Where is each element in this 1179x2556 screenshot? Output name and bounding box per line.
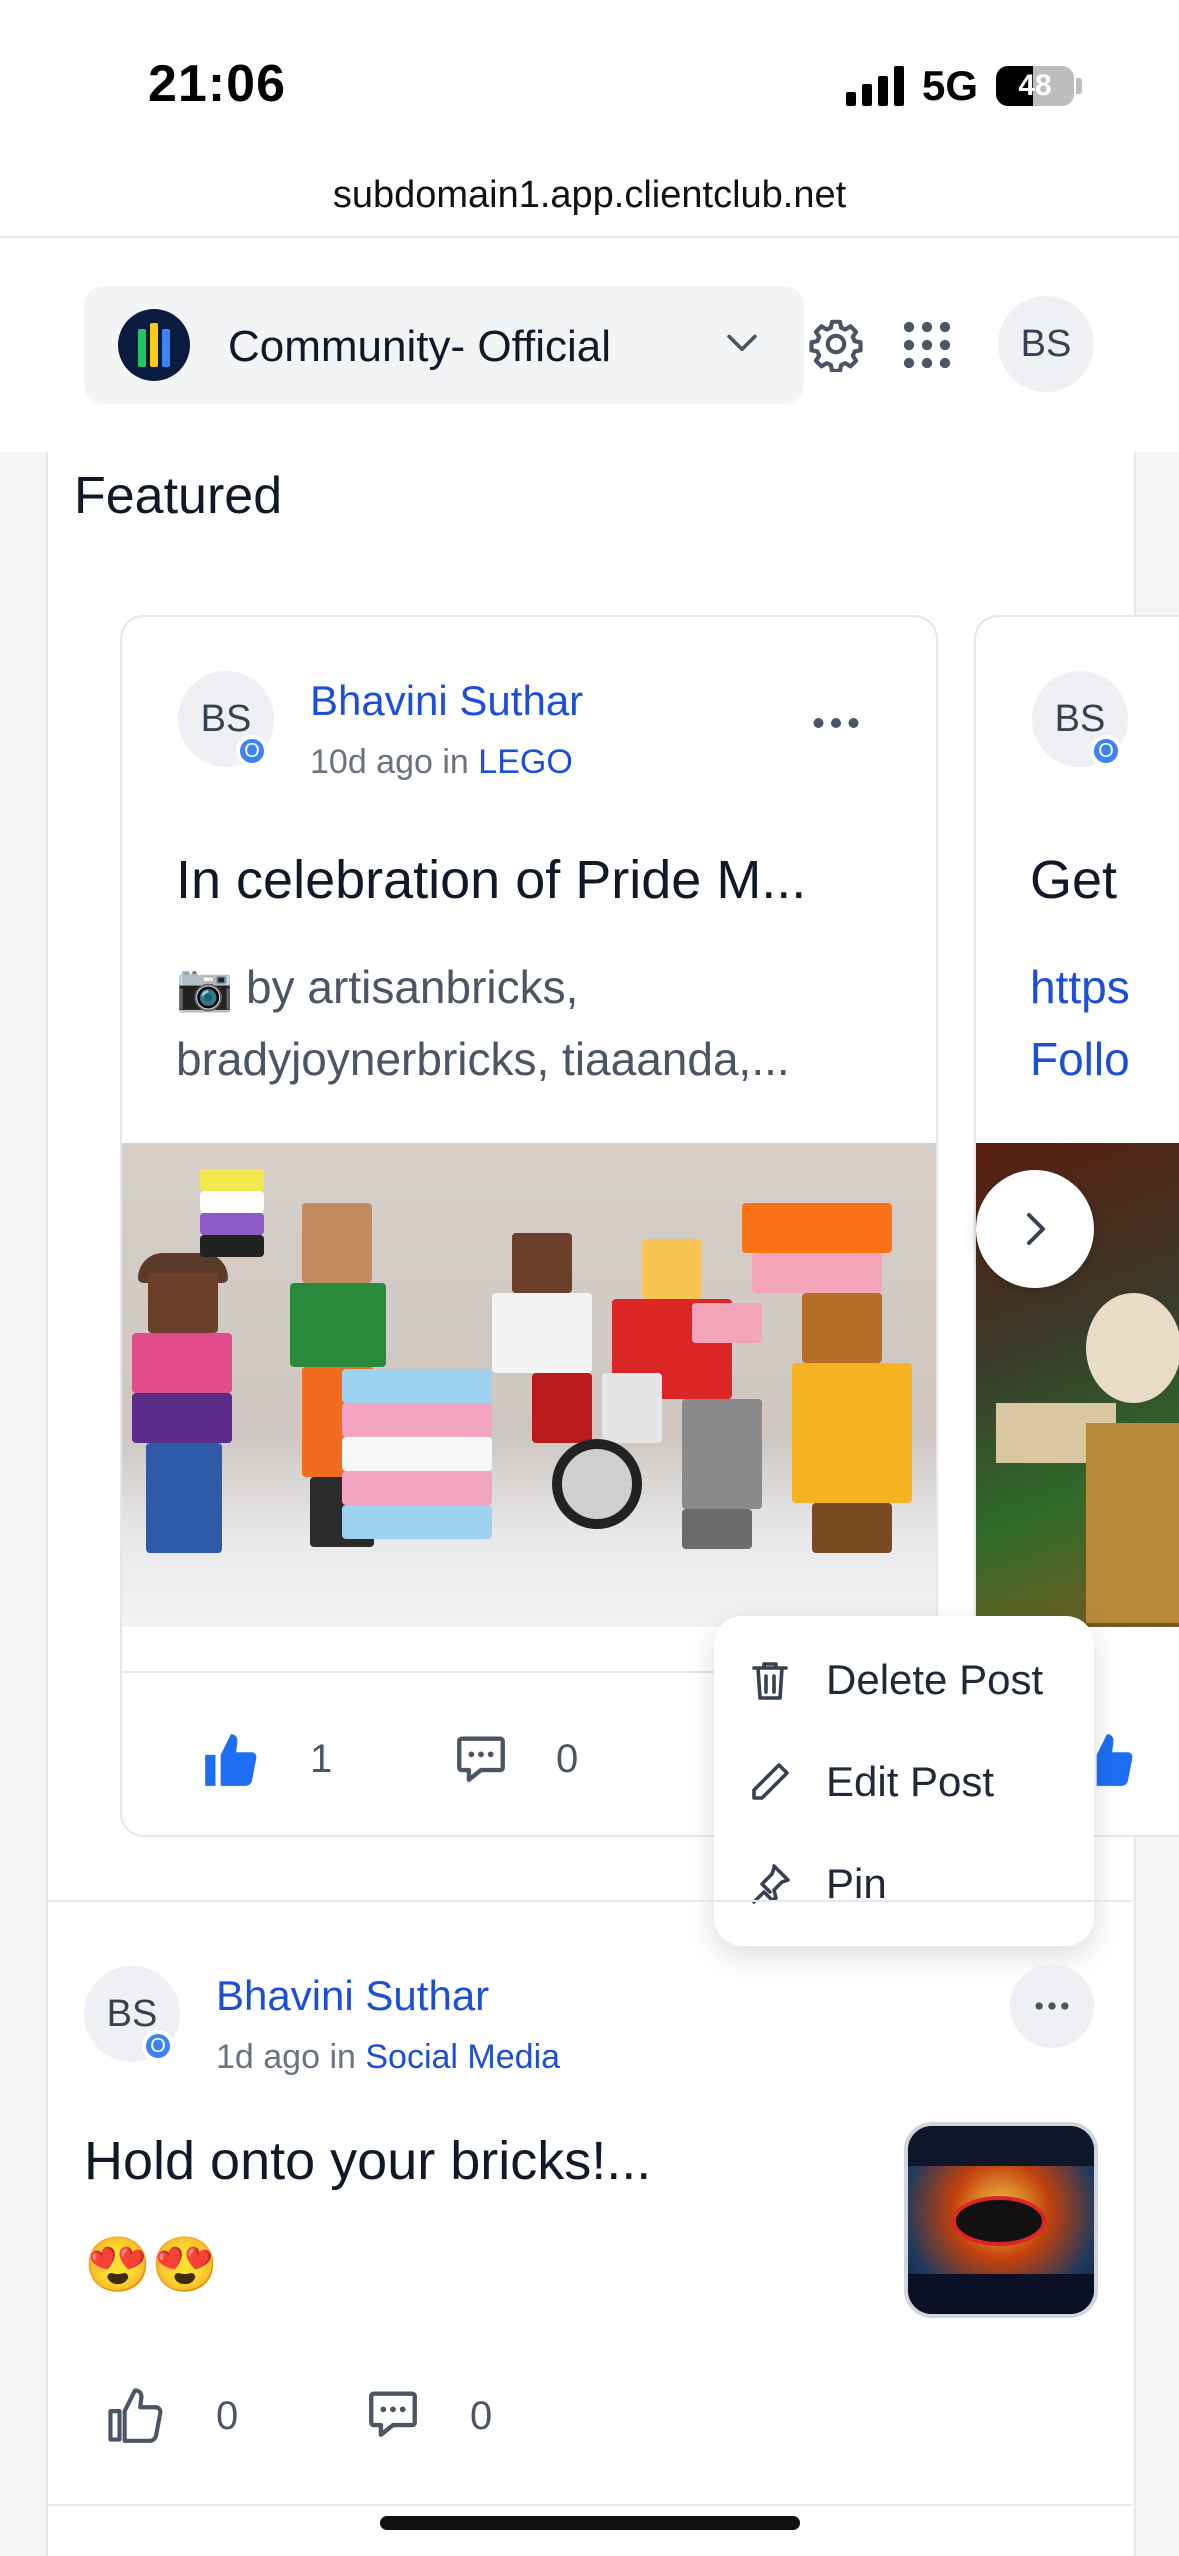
in-label: in xyxy=(329,2038,356,2076)
like-count: 1 xyxy=(310,1737,333,1781)
community-logo xyxy=(118,309,190,381)
menu-item-pin[interactable]: Pin xyxy=(714,1834,1094,1934)
community-name: Community- Official xyxy=(228,322,612,371)
online-badge: O xyxy=(142,2030,174,2062)
post-title[interactable]: Hold onto your bricks!... xyxy=(84,2130,651,2192)
more-options-button[interactable] xyxy=(1010,1964,1094,2048)
online-badge: O xyxy=(1090,735,1122,767)
author-name[interactable]: Bhavini Suthar xyxy=(310,677,583,725)
battery-tip xyxy=(1076,78,1082,94)
like-icon[interactable] xyxy=(104,2384,166,2446)
online-badge: O xyxy=(236,735,268,767)
section-divider xyxy=(48,2504,1132,2506)
like-filled-icon[interactable] xyxy=(200,1729,262,1791)
post-body-line-1: 📷 by artisanbricks, xyxy=(176,961,579,1013)
comment-count: 0 xyxy=(556,1737,579,1781)
post-meta: 1d ago in Social Media xyxy=(216,2038,560,2077)
carousel-next-button[interactable] xyxy=(976,1170,1094,1288)
menu-item-delete-post[interactable]: Delete Post xyxy=(714,1630,1094,1730)
post-title[interactable]: Get xyxy=(1030,849,1117,911)
in-label: in xyxy=(442,743,469,781)
menu-label: Delete Post xyxy=(826,1656,1044,1703)
status-time: 21:06 xyxy=(148,55,286,113)
like-count: 0 xyxy=(216,2394,239,2438)
post-meta: 10d ago in LEGO xyxy=(310,743,573,782)
home-indicator[interactable] xyxy=(380,2516,800,2530)
comment-icon[interactable] xyxy=(452,1729,510,1787)
section-divider xyxy=(48,1900,1132,1902)
gear-icon[interactable] xyxy=(808,316,864,372)
post-time: 1d ago xyxy=(216,2038,320,2076)
battery-icon: 48 xyxy=(996,66,1074,106)
post-body-line-2[interactable]: Follo xyxy=(1030,1023,1130,1095)
comment-count: 0 xyxy=(470,2394,493,2438)
more-options-icon[interactable] xyxy=(806,693,866,753)
channel-link[interactable]: LEGO xyxy=(478,743,572,781)
url-text[interactable]: subdomain1.app.clientclub.net xyxy=(0,174,1179,217)
trash-icon xyxy=(752,1662,788,1700)
post-time: 10d ago xyxy=(310,743,433,781)
post-thumbnail[interactable] xyxy=(904,2122,1098,2318)
signal-icon xyxy=(846,64,906,106)
author-name[interactable]: Bhavini Suthar xyxy=(216,1972,489,2020)
featured-heading: Featured xyxy=(74,467,283,525)
post-body-line-1[interactable]: https xyxy=(1030,951,1130,1023)
post-options-menu: Delete Post Edit Post Pin xyxy=(714,1616,1094,1946)
user-avatar[interactable]: BS xyxy=(998,296,1094,392)
chevron-right-icon xyxy=(1027,1213,1045,1245)
chevron-down-icon xyxy=(727,334,757,352)
community-switcher[interactable]: Community- Official xyxy=(84,286,804,404)
apps-grid-icon[interactable] xyxy=(900,318,954,372)
menu-label: Edit Post xyxy=(826,1758,995,1805)
post-image[interactable] xyxy=(122,1143,936,1627)
address-bar[interactable]: subdomain1.app.clientclub.net xyxy=(0,160,1179,238)
comment-icon[interactable] xyxy=(364,2384,422,2442)
network-type: 5G xyxy=(922,62,979,109)
post-title[interactable]: In celebration of Pride M... xyxy=(176,849,806,911)
channel-link[interactable]: Social Media xyxy=(365,2038,560,2076)
post-emojis: 😍😍 xyxy=(84,2235,219,2295)
status-bar: 21:06 5G 48 xyxy=(0,0,1179,160)
more-options-icon xyxy=(1035,2002,1069,2010)
pencil-icon xyxy=(752,1763,789,1800)
post-body-line-2: bradyjoynerbricks, tiaaanda,... xyxy=(176,1033,790,1085)
menu-item-edit-post[interactable]: Edit Post xyxy=(714,1732,1094,1832)
battery-percent: 48 xyxy=(1018,69,1052,102)
